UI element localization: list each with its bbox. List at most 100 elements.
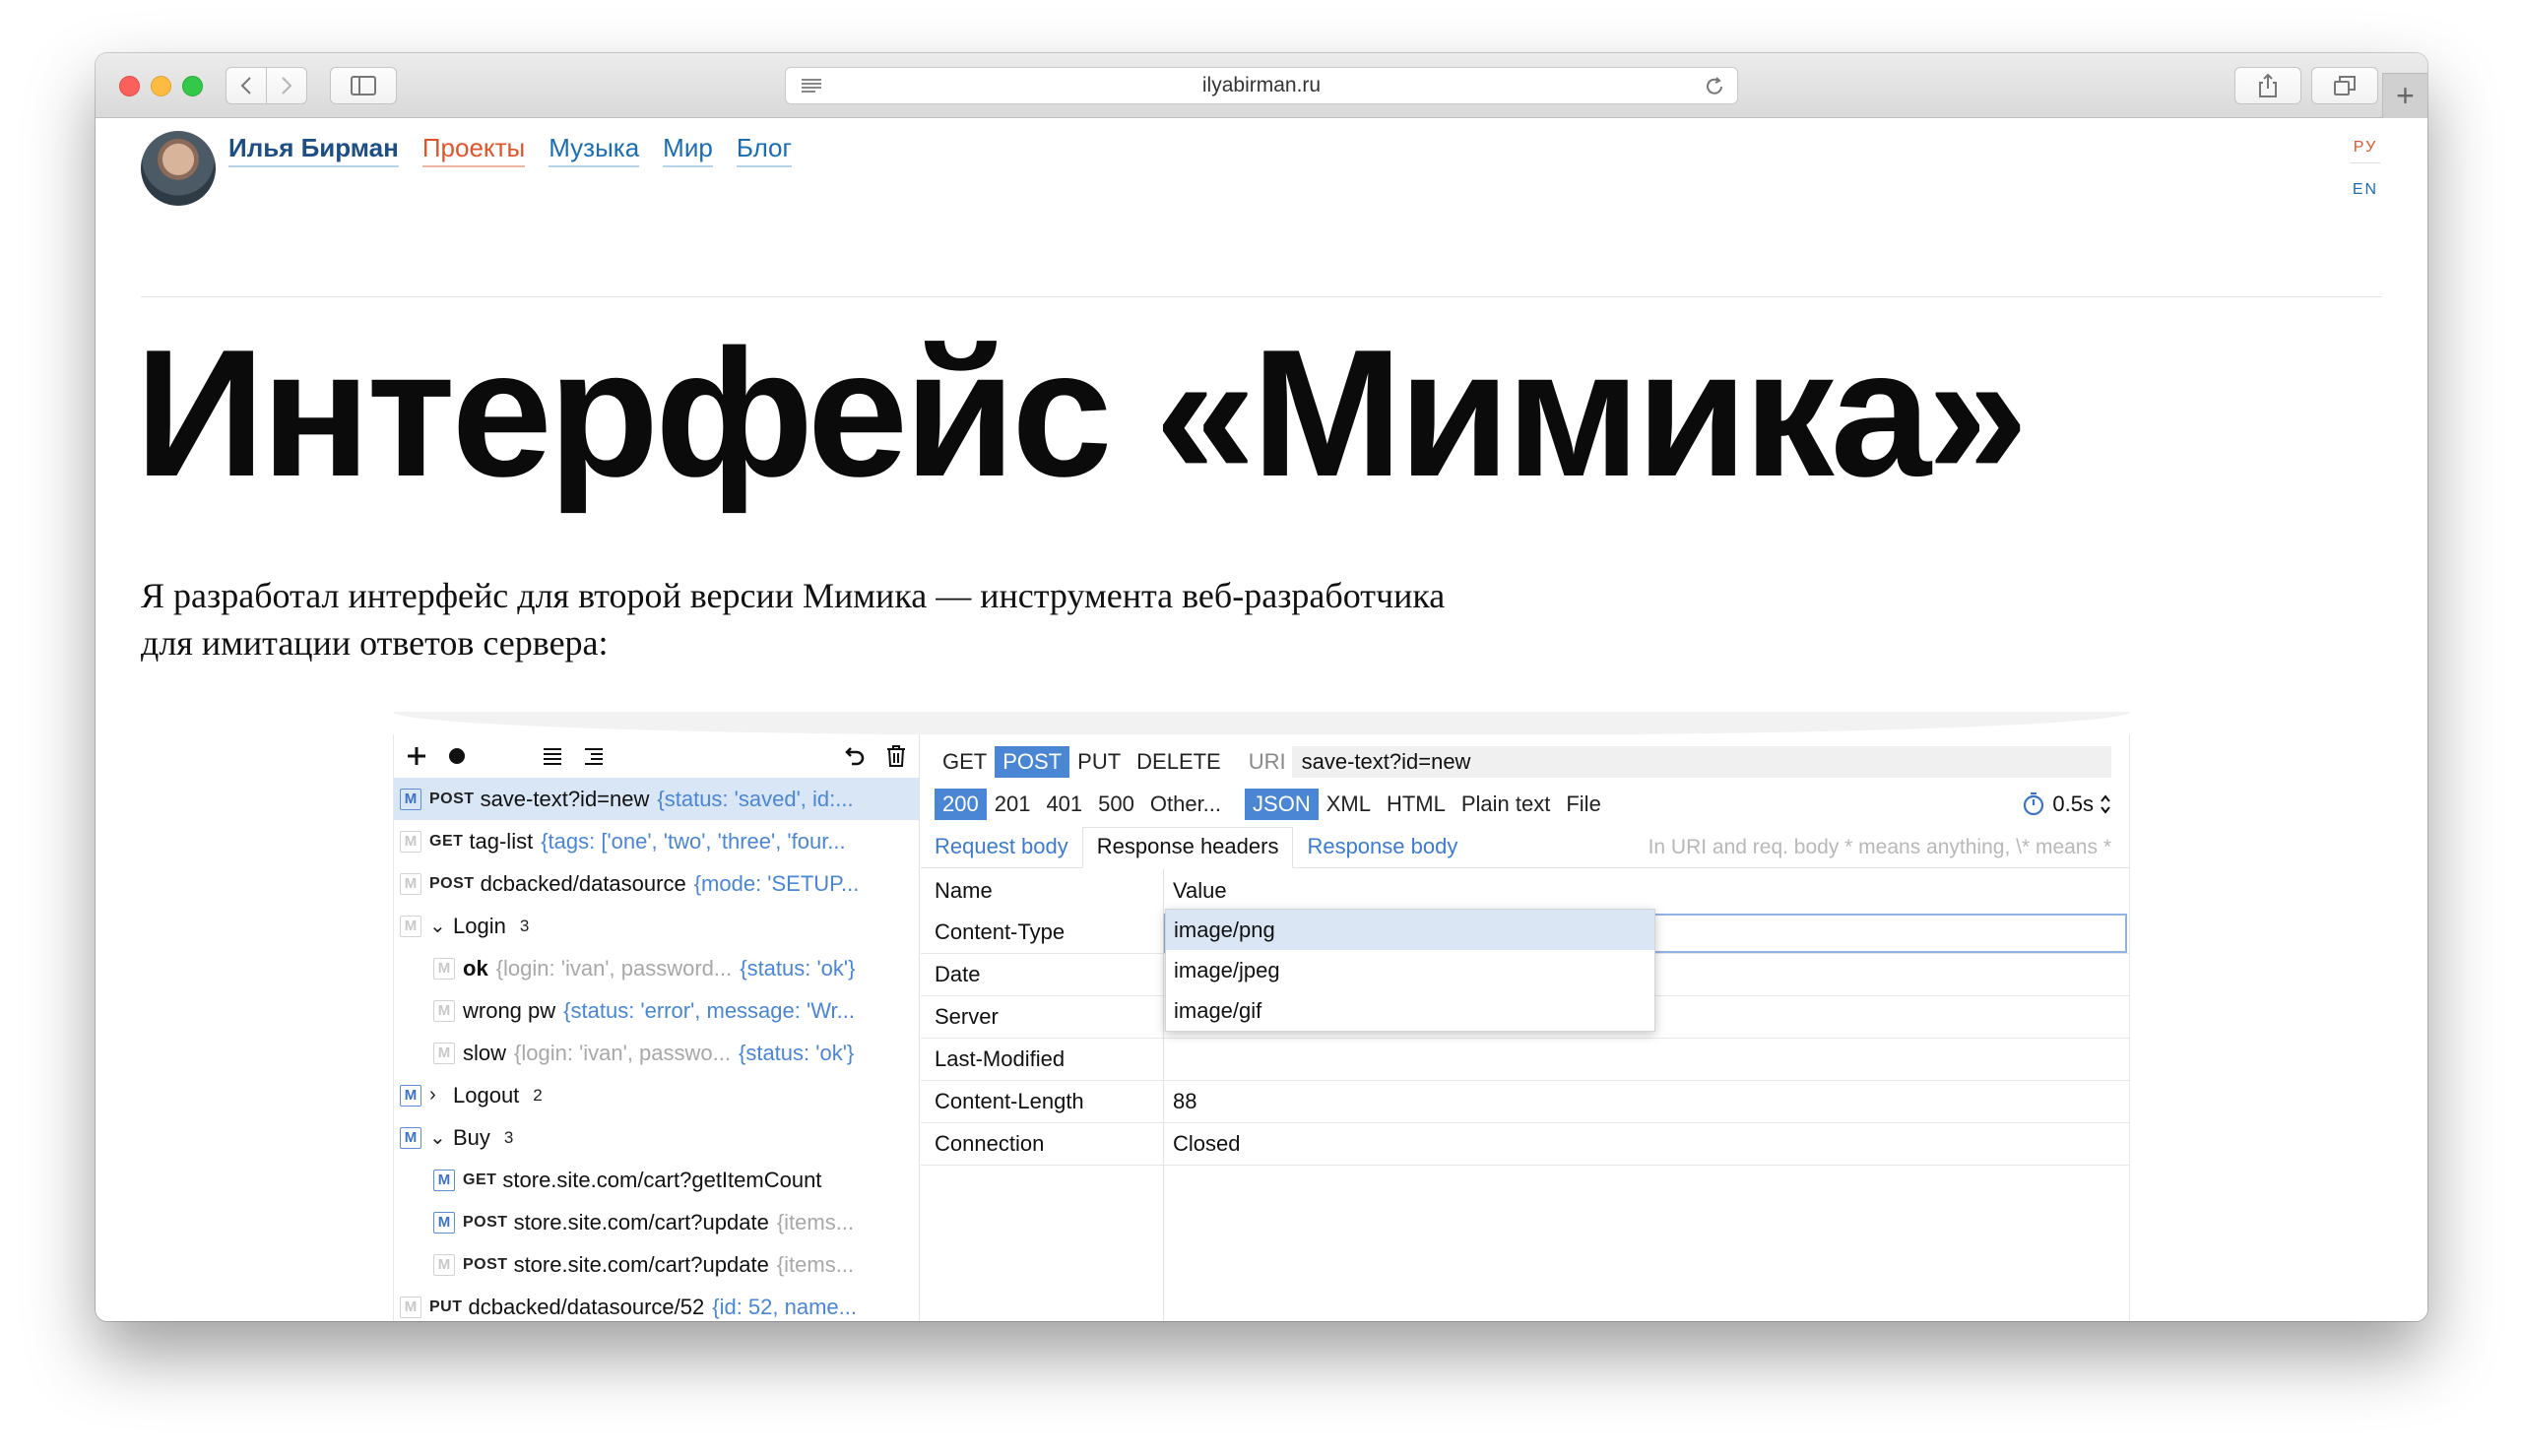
status-201[interactable]: 201 <box>987 789 1039 820</box>
header-name[interactable]: Server <box>935 1004 999 1030</box>
show-tabs-button[interactable] <box>2311 67 2378 104</box>
request-item[interactable]: M POST dcbacked/datasource {mode: 'SETUP… <box>394 862 919 905</box>
request-group[interactable]: M ⌄ Login 3 <box>394 905 919 947</box>
header-value[interactable]: 88 <box>1173 1089 1196 1114</box>
uri-label: URI <box>1248 749 1286 774</box>
list-icon[interactable] <box>542 746 563 766</box>
request-path: store.site.com/cart?update <box>513 1251 769 1277</box>
nav-projects-link[interactable]: Проекты <box>421 133 526 167</box>
request-method: POST <box>429 874 475 892</box>
nav-home-link[interactable]: Илья Бирман <box>228 133 399 167</box>
site-nav: Илья Бирман Проекты Музыка Мир Блог <box>228 133 793 167</box>
tab-response-headers[interactable]: Response headers <box>1081 827 1294 868</box>
format-file[interactable]: File <box>1558 789 1608 820</box>
format-html[interactable]: HTML <box>1379 789 1454 820</box>
group-name: Login <box>453 913 506 938</box>
request-method: POST <box>463 1255 508 1273</box>
request-item[interactable]: M PUT dcbacked/datasource/52 {id: 52, na… <box>394 1286 919 1321</box>
add-icon[interactable] <box>406 745 427 767</box>
reader-view-icon[interactable] <box>800 77 823 95</box>
method-delete[interactable]: DELETE <box>1129 746 1229 778</box>
status-401[interactable]: 401 <box>1038 789 1090 820</box>
autocomplete-option[interactable]: image/jpeg <box>1166 950 1654 990</box>
method-get[interactable]: GET <box>935 746 995 778</box>
request-item[interactable]: M POST store.site.com/cart?update {items… <box>394 1243 919 1286</box>
maximize-window-button[interactable] <box>182 76 203 96</box>
mock-badge: M <box>400 830 421 853</box>
request-name: wrong pw <box>463 997 556 1023</box>
lang-en[interactable]: EN <box>2351 181 2380 199</box>
group-name: Logout <box>453 1082 520 1108</box>
minimize-window-button[interactable] <box>151 76 171 96</box>
autocomplete-option[interactable]: image/gif <box>1166 990 1654 1031</box>
request-item[interactable]: M slow {login: 'ivan', passwo... {status… <box>394 1032 919 1074</box>
header-name[interactable]: Connection <box>935 1131 1044 1157</box>
request-item[interactable]: M ok {login: 'ivan', password... {status… <box>394 947 919 989</box>
status-other[interactable]: Other... <box>1142 789 1229 820</box>
header-value[interactable]: Closed <box>1173 1131 1240 1157</box>
tree-icon[interactable] <box>583 746 605 766</box>
forward-button[interactable] <box>266 67 307 104</box>
share-button[interactable] <box>2234 67 2301 104</box>
chevron-left-icon <box>240 77 251 95</box>
mock-badge: M <box>433 999 455 1022</box>
uri-input[interactable]: save-text?id=new <box>1291 746 2111 778</box>
format-plain-text[interactable]: Plain text <box>1454 789 1559 820</box>
request-path: tag-list <box>469 828 534 854</box>
request-item[interactable]: M POST store.site.com/cart?update {items… <box>394 1201 919 1243</box>
header-name[interactable]: Content-Length <box>935 1089 1084 1114</box>
mock-badge: M <box>433 1211 455 1234</box>
sidebar-toggle-button[interactable] <box>330 67 397 104</box>
status-200[interactable]: 200 <box>935 789 987 820</box>
intro-line-1: Я разработал интерфейс для второй версии… <box>141 576 1446 615</box>
language-switch: РУ EN <box>2351 139 2380 199</box>
request-group[interactable]: M ⌄ Buy 3 <box>394 1116 919 1159</box>
header-row[interactable]: Last-Modified <box>921 1039 2129 1081</box>
status-500[interactable]: 500 <box>1090 789 1142 820</box>
nav-music-link[interactable]: Музыка <box>549 133 640 167</box>
mock-badge: M <box>400 788 421 810</box>
tab-request-body[interactable]: Request body <box>921 834 1082 867</box>
delay-stepper[interactable]: 0.5s <box>2021 791 2111 817</box>
request-group[interactable]: M › Logout 2 <box>394 1074 919 1116</box>
header-row[interactable]: Connection Closed <box>921 1123 2129 1166</box>
format-json[interactable]: JSON <box>1245 789 1319 820</box>
tab-response-body[interactable]: Response body <box>1293 834 1471 867</box>
avatar[interactable] <box>141 131 216 206</box>
mock-badge: M <box>433 1042 455 1064</box>
request-item[interactable]: M POST save-text?id=new {status: 'saved'… <box>394 778 919 820</box>
record-icon[interactable] <box>447 746 467 766</box>
request-path: dcbacked/datasource/52 <box>468 1294 705 1319</box>
request-response-preview: {status: 'error', message: 'Wr... <box>563 997 856 1023</box>
request-item[interactable]: M GET store.site.com/cart?getItemCount <box>394 1159 919 1201</box>
chevron-down-icon[interactable]: ⌄ <box>429 1125 449 1150</box>
address-bar[interactable]: ilyabirman.ru <box>785 67 1738 104</box>
method-put[interactable]: PUT <box>1069 746 1129 778</box>
chevron-right-icon <box>282 77 292 95</box>
nav-world-link[interactable]: Мир <box>663 133 713 167</box>
lang-ru[interactable]: РУ <box>2351 139 2380 157</box>
header-name[interactable]: Date <box>935 962 980 987</box>
reload-icon[interactable] <box>1704 76 1725 97</box>
autocomplete-option[interactable]: image/png <box>1166 910 1654 950</box>
new-tab-button[interactable]: + <box>2382 73 2427 118</box>
format-xml[interactable]: XML <box>1319 789 1379 820</box>
chevron-down-icon[interactable]: ⌄ <box>429 914 449 938</box>
request-item[interactable]: M wrong pw {status: 'error', message: 'W… <box>394 989 919 1032</box>
header-row[interactable]: Content-Length 88 <box>921 1081 2129 1123</box>
chevron-right-icon[interactable]: › <box>429 1084 449 1107</box>
stepper-arrows-icon[interactable] <box>2100 793 2111 815</box>
method-post[interactable]: POST <box>995 746 1070 778</box>
close-window-button[interactable] <box>119 76 140 96</box>
back-button[interactable] <box>226 67 267 104</box>
mock-badge: M <box>400 872 421 895</box>
undo-icon[interactable] <box>842 746 866 766</box>
trash-icon[interactable] <box>885 744 907 768</box>
nav-blog-link[interactable]: Блог <box>736 133 793 167</box>
header-name[interactable]: Last-Modified <box>935 1046 1065 1072</box>
column-value-header: Value <box>1173 877 1227 903</box>
request-detail-pane: GET POST PUT DELETE URI save-text?id=new… <box>921 734 2129 1321</box>
header-name[interactable]: Content-Type <box>935 919 1065 945</box>
request-item[interactable]: M GET tag-list {tags: ['one', 'two', 'th… <box>394 820 919 862</box>
browser-toolbar: ilyabirman.ru + <box>96 53 2427 118</box>
